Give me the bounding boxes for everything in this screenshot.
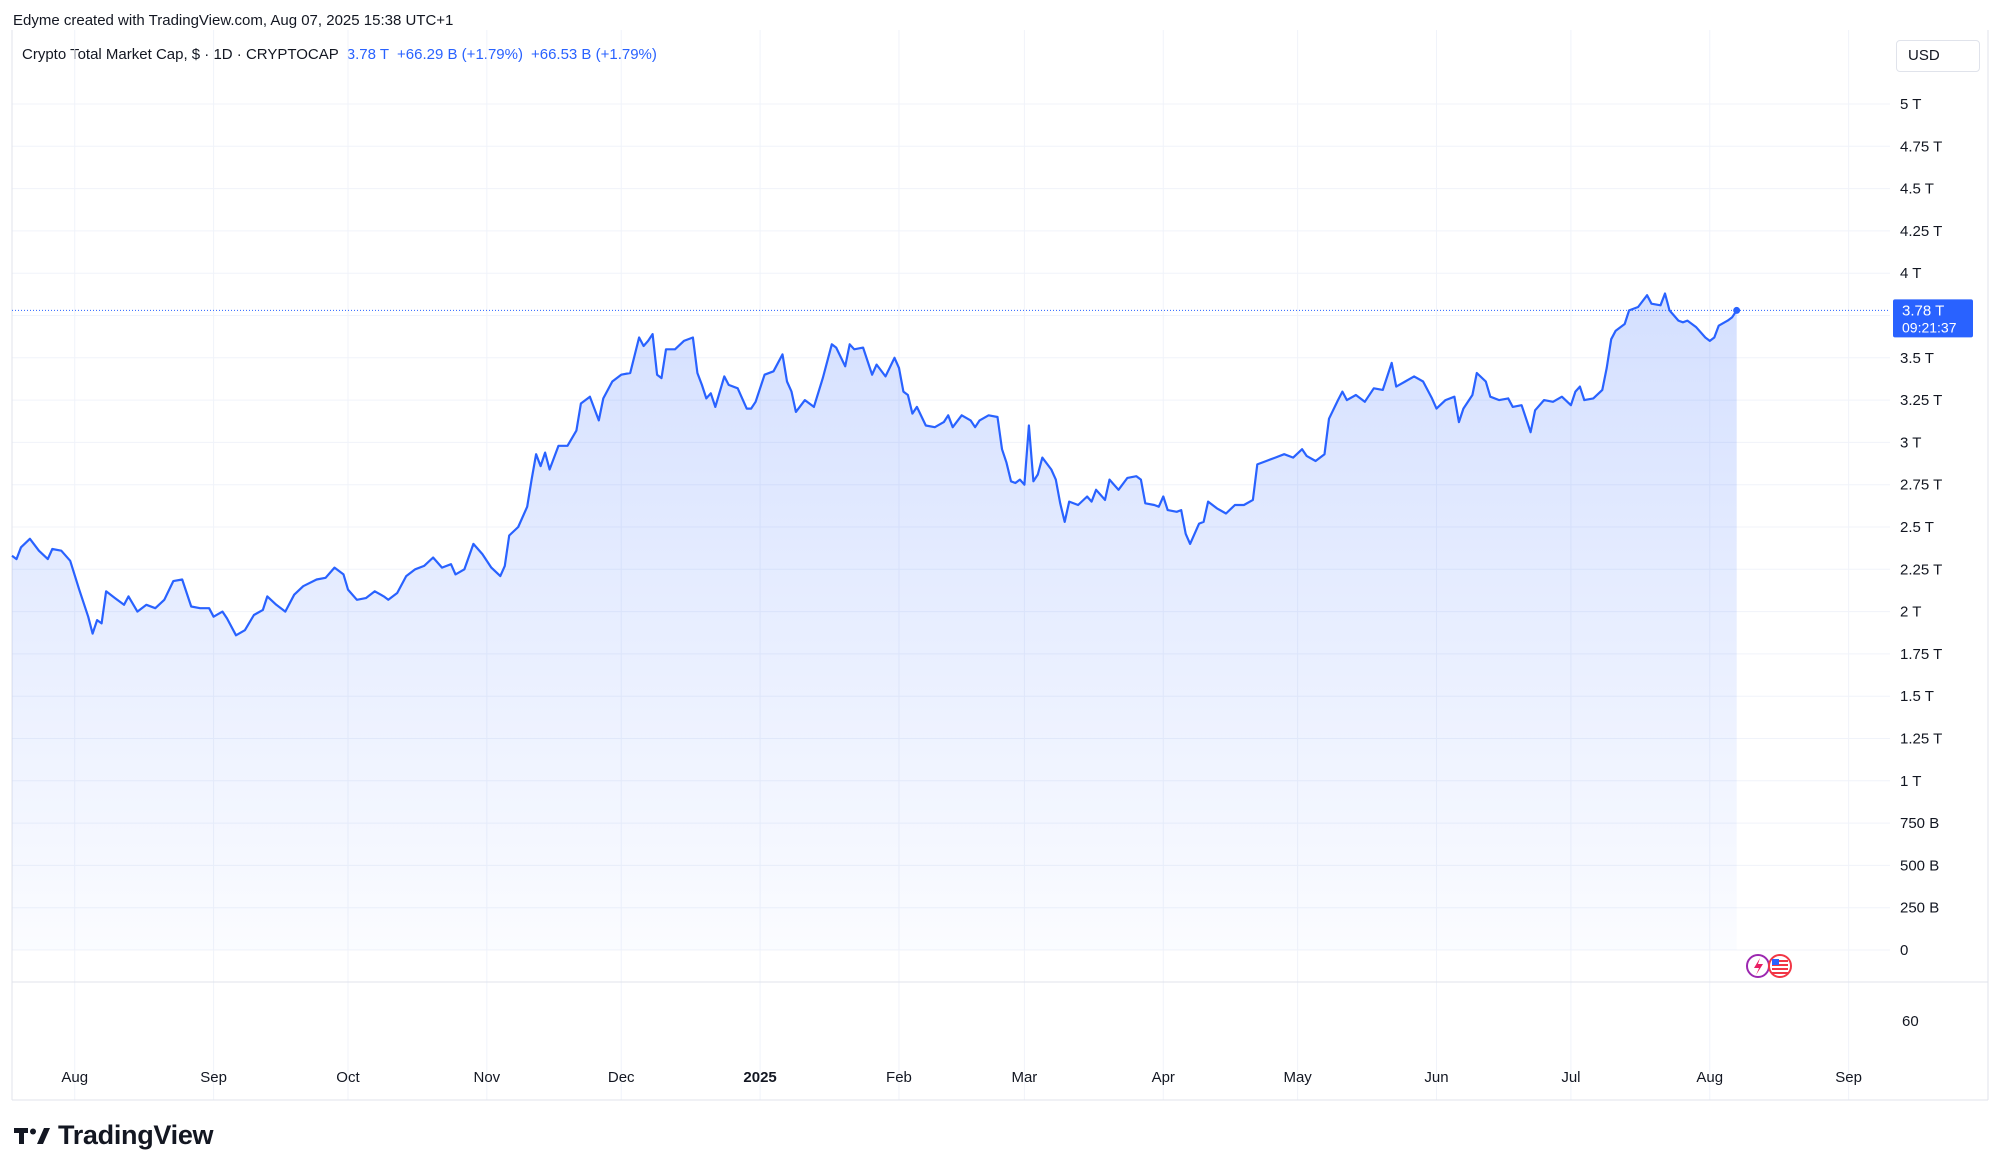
x-tick-label: 2025 (743, 1069, 776, 1086)
price-axis[interactable]: 5 T 4.75 T 4.5 T 4.25 T 4 T 3.5 T 3.25 T 3 T 2.7… (1900, 96, 1942, 1030)
x-tick-label: Nov (473, 1069, 500, 1086)
tradingview-logo-text: TradingView (58, 1120, 214, 1150)
last-price-dot (1733, 306, 1741, 314)
y-tick-label: 2.5 T (1900, 519, 1934, 536)
x-tick-label: Jun (1424, 1069, 1448, 1086)
area-fill (12, 293, 1737, 950)
y-tick-label: 1.5 T (1900, 688, 1934, 705)
x-tick-label: Sep (1835, 1069, 1862, 1086)
x-tick-label: Aug (61, 1069, 88, 1086)
y-tick-label: 1.75 T (1900, 646, 1942, 663)
y-tick-label: 4 T (1900, 265, 1921, 282)
y-tick-label: 2 T (1900, 604, 1921, 621)
y-tick-label: 2.25 T (1900, 561, 1942, 578)
y-tick-label: 4.75 T (1900, 138, 1942, 155)
x-tick-label: Oct (336, 1069, 360, 1086)
x-tick-label: Sep (200, 1069, 227, 1086)
x-tick-label: Dec (608, 1069, 635, 1086)
currency-button[interactable]: USD (1896, 40, 1980, 72)
area-layer (12, 293, 1737, 950)
x-tick-label: Mar (1011, 1069, 1037, 1086)
y-tick-label: 4.5 T (1900, 181, 1934, 198)
y-tick-label: 1.25 T (1900, 731, 1942, 748)
volume-axis-label: 60 (1902, 1013, 1919, 1030)
x-tick-label: May (1283, 1069, 1312, 1086)
time-axis[interactable]: Aug Sep Oct Nov Dec 2025 Feb Mar Apr May Jun Jul Aug… (61, 1069, 1862, 1086)
x-tick-label: Aug (1696, 1069, 1723, 1086)
y-tick-label: 500 B (1900, 857, 1939, 874)
us-flag-event-icon[interactable] (1768, 954, 1792, 978)
y-tick-label: 3.25 T (1900, 392, 1942, 409)
last-price-countdown: 09:21:37 (1902, 319, 1957, 335)
y-tick-label: 0 (1900, 942, 1908, 959)
x-tick-label: Apr (1152, 1069, 1175, 1086)
y-tick-label: 1 T (1900, 773, 1921, 790)
x-tick-label: Jul (1561, 1069, 1580, 1086)
lightning-event-icon[interactable] (1746, 954, 1770, 978)
y-tick-label: 4.25 T (1900, 223, 1942, 240)
y-tick-label: 750 B (1900, 815, 1939, 832)
y-tick-label: 3 T (1900, 434, 1921, 451)
tradingview-logo[interactable]: TradingView (14, 1120, 214, 1151)
last-price-value: 3.78 T (1902, 302, 1944, 319)
y-tick-label: 3.5 T (1900, 350, 1934, 367)
y-tick-label: 2.75 T (1900, 477, 1942, 494)
market-cap-chart[interactable]: 5 T 4.75 T 4.5 T 4.25 T 4 T 3.5 T 3.25 T 3 T 2.7… (0, 0, 1999, 1173)
tradingview-logo-icon (14, 1127, 50, 1144)
y-tick-label: 5 T (1900, 96, 1921, 113)
y-tick-label: 250 B (1900, 900, 1939, 917)
x-tick-label: Feb (886, 1069, 912, 1086)
